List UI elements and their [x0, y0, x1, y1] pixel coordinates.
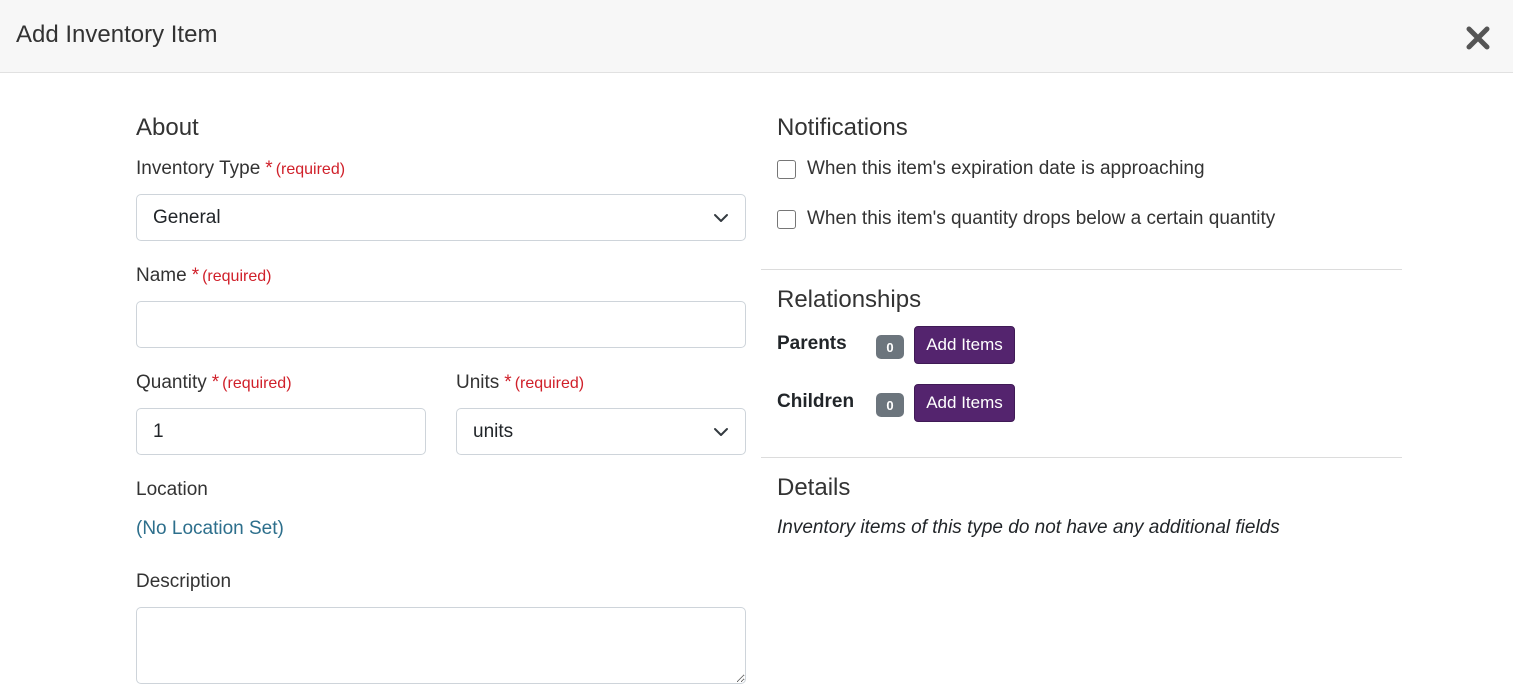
units-value: units	[473, 420, 514, 442]
description-textarea[interactable]	[136, 607, 746, 684]
required-star: *	[191, 265, 200, 286]
name-label-text: Name	[136, 265, 187, 286]
location-label: Location	[136, 479, 208, 500]
expiration-notification-option[interactable]: When this item's expiration date is appr…	[777, 157, 1205, 181]
location-link[interactable]: (No Location Set)	[136, 518, 284, 540]
required-text: (required)	[275, 161, 346, 178]
add-children-button[interactable]: Add Items	[914, 384, 1015, 422]
children-count-badge: 0	[876, 393, 904, 417]
expiration-checkbox-label: When this item's expiration date is appr…	[807, 158, 1205, 179]
units-label: Units * (required)	[456, 371, 584, 396]
quantity-checkbox[interactable]	[777, 209, 796, 229]
quantity-notification-option[interactable]: When this item's quantity drops below a …	[777, 207, 1275, 231]
notifications-section-title: Notifications	[777, 114, 908, 141]
inventory-type-label-text: Inventory Type	[136, 158, 261, 179]
inventory-type-select[interactable]: General	[136, 194, 746, 241]
quantity-label-text: Quantity	[136, 372, 207, 393]
name-input[interactable]	[136, 301, 746, 348]
divider	[761, 457, 1402, 458]
expiration-checkbox[interactable]	[777, 159, 796, 179]
quantity-checkbox-label: When this item's quantity drops below a …	[807, 208, 1276, 229]
units-label-text: Units	[456, 372, 500, 393]
children-label: Children	[777, 391, 855, 412]
parents-label: Parents	[777, 333, 847, 354]
required-star: *	[265, 158, 273, 179]
details-note: Inventory items of this type do not have…	[777, 517, 1280, 538]
modal-title: Add Inventory Item	[16, 21, 218, 48]
add-parents-button[interactable]: Add Items	[914, 326, 1015, 364]
quantity-input[interactable]	[136, 408, 426, 455]
inventory-type-value: General	[153, 206, 221, 228]
parents-count-badge: 0	[876, 335, 904, 359]
units-select[interactable]: units	[456, 408, 746, 455]
chevron-down-icon	[714, 427, 728, 436]
about-section-title: About	[136, 114, 199, 141]
chevron-down-icon	[714, 213, 728, 222]
required-text: (required)	[514, 375, 585, 392]
modal-header: Add Inventory Item	[0, 0, 1513, 73]
required-text: (required)	[202, 268, 272, 285]
close-button[interactable]	[1464, 24, 1492, 52]
required-text: (required)	[222, 375, 292, 392]
details-section-title: Details	[777, 474, 851, 501]
divider	[761, 269, 1402, 270]
quantity-label: Quantity * (required)	[136, 371, 292, 396]
description-label: Description	[136, 571, 232, 592]
required-star: *	[211, 372, 220, 393]
name-label: Name * (required)	[136, 264, 271, 289]
relationships-section-title: Relationships	[777, 286, 922, 313]
required-star: *	[504, 372, 512, 393]
inventory-type-label: Inventory Type * (required)	[136, 157, 345, 182]
close-icon	[1466, 26, 1490, 50]
